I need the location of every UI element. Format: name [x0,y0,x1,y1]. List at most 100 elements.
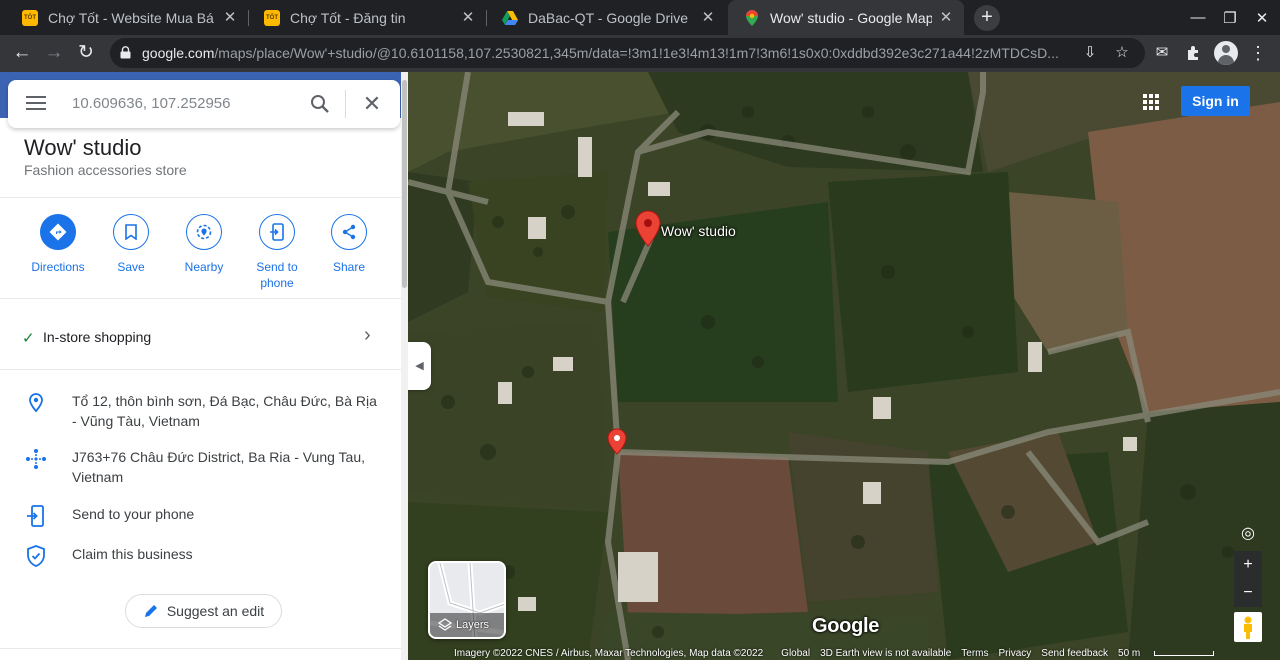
bookmark-icon [113,214,149,250]
directions-icon [40,214,76,250]
divider [0,298,401,299]
map-attribution-bar: Imagery ©2022 CNES / Airbus, Maxar Techn… [454,646,1280,660]
global-link[interactable]: Global [781,648,810,659]
in-store-shopping-row[interactable]: ✓ In-store shopping › [0,312,401,360]
forward-arrow-icon[interactable]: → [40,39,68,67]
collapse-panel-button[interactable]: ◀ [408,342,431,390]
tab-title: Wow' studio - Google Map [770,9,932,26]
directions-button[interactable]: Directions [22,214,94,275]
search-icon[interactable] [308,92,332,116]
back-arrow-icon[interactable]: ← [8,39,36,67]
url-text: google.com/maps/place/Wow'+studio/@10.61… [142,45,1059,61]
tab-title: DaBac-QT - Google Drive [528,9,689,26]
menu-kebab-icon[interactable]: ⋮ [1244,39,1272,67]
tab-cho-tot-post[interactable]: TỐT Chợ Tốt - Đăng tin ✕ [248,0,486,35]
clear-search-icon[interactable]: ✕ [360,90,384,118]
divider [0,369,401,370]
layers-button[interactable]: Layers [428,561,506,639]
save-button[interactable]: Save [95,214,167,275]
tab-title: Chợ Tốt - Đăng tin [290,9,406,26]
terms-link[interactable]: Terms [961,648,988,659]
browser-toolbar: ← → ↻ google.com/maps/place/Wow'+studio/… [0,35,1280,72]
close-icon[interactable]: ✕ [938,9,954,26]
google-logo: Google [812,615,880,637]
divider [0,648,401,649]
cho-tot-icon: TỐT [22,9,38,26]
search-input[interactable]: 10.609636, 107.252956 [72,95,231,112]
plus-code-icon [26,449,46,469]
place-panel: 10.609636, 107.252956 ✕ Wow' studio Fash… [0,72,408,660]
extensions-icon[interactable] [1180,39,1208,67]
apps-grid-icon[interactable] [1141,92,1161,112]
tab-strip: TỐT Chợ Tốt - Website Mua Bá ✕ TỐT Chợ T… [0,0,1280,35]
chevron-right-icon[interactable]: › [364,324,371,347]
action-label: Save [117,260,145,274]
scale-bar [1154,650,1215,656]
suggest-edit-button[interactable]: Suggest an edit [125,594,282,628]
search-divider [345,90,346,118]
my-location-icon[interactable]: ◎ [1234,520,1262,548]
action-label: Share [332,260,366,274]
plus-code-text: J763+76 Châu Đức District, Ba Ria - Vung… [72,449,366,485]
hamburger-menu-icon[interactable] [26,96,46,112]
profile-avatar[interactable] [1214,41,1238,65]
pencil-icon [144,605,157,617]
pin-label[interactable]: Wow' studio [661,223,736,239]
tab-google-maps[interactable]: Wow' studio - Google Map ✕ [728,0,964,35]
earth-view-note: 3D Earth view is not available [820,647,952,659]
send-to-phone-icon [259,214,295,250]
close-icon[interactable]: ✕ [460,9,476,26]
send-to-phone-text: Send to your phone [72,506,195,522]
new-tab-button[interactable]: + [974,5,1000,31]
scrollbar-thumb[interactable] [402,80,407,288]
lock-icon [120,46,131,59]
tab-google-drive[interactable]: DaBac-QT - Google Drive ✕ [486,0,726,35]
cho-tot-icon: TỐT [264,9,280,26]
bookmark-star-icon[interactable]: ☆ [1112,43,1132,63]
window-close-icon[interactable]: ✕ [1244,0,1280,35]
map-scale[interactable]: 50 m [1118,647,1215,659]
suggest-edit-label: Suggest an edit [166,603,265,619]
attribute-label: In-store shopping [43,329,152,345]
restore-icon[interactable]: ❐ [1212,0,1248,35]
plus-code-row[interactable]: J763+76 Châu Đức District, Ba Ria - Vung… [0,447,401,491]
nearby-icon [186,214,222,250]
close-icon[interactable]: ✕ [700,9,716,26]
imagery-attribution: Imagery ©2022 CNES / Airbus, Maxar Techn… [454,647,764,659]
nearby-button[interactable]: Nearby [168,214,240,275]
address-bar[interactable]: google.com/maps/place/Wow'+studio/@10.61… [110,38,1145,68]
send-to-phone-button[interactable]: Send to phone [241,214,313,291]
scale-label: 50 m [1118,647,1141,659]
satellite-map[interactable]: Wow' studio ◀ Sign in Layers ◎ + − Googl… [408,72,1280,660]
send-feedback-link[interactable]: Send feedback [1041,648,1108,659]
mail-icon[interactable]: ✉ [1148,39,1176,67]
action-label: Nearby [184,260,224,274]
privacy-link[interactable]: Privacy [999,648,1032,659]
address-row[interactable]: Tổ 12, thôn bình sơn, Đá Bạc, Châu Đức, … [0,391,401,435]
reload-icon[interactable]: ↻ [72,39,100,67]
share-button[interactable]: Share [313,214,385,275]
action-label: Send to phone [256,260,298,290]
tab-title: Chợ Tốt - Website Mua Bá [48,9,214,26]
zoom-in-button[interactable]: + [1234,551,1262,579]
zoom-out-button[interactable]: − [1234,579,1262,607]
search-box[interactable]: 10.609636, 107.252956 ✕ [8,80,400,128]
close-icon[interactable]: ✕ [222,9,238,26]
send-to-phone-row[interactable]: Send to your phone [0,504,401,528]
tab-cho-tot-home[interactable]: TỐT Chợ Tốt - Website Mua Bá ✕ [6,0,248,35]
google-drive-icon [502,10,518,26]
sign-in-button[interactable]: Sign in [1181,86,1250,116]
satellite-imagery[interactable] [408,72,1280,660]
action-label: Directions [31,260,85,274]
minimize-icon[interactable]: — [1180,0,1216,35]
layers-icon [438,618,452,631]
divider [0,197,401,198]
place-category: Fashion accessories store [24,162,187,178]
claim-business-row[interactable]: Claim this business [0,544,401,568]
place-title: Wow' studio [24,135,142,160]
share-icon [331,214,367,250]
install-icon[interactable]: ⇩ [1080,43,1100,63]
pegman-icon[interactable] [1234,612,1262,642]
check-icon: ✓ [22,330,35,347]
layers-label: Layers [456,619,490,631]
